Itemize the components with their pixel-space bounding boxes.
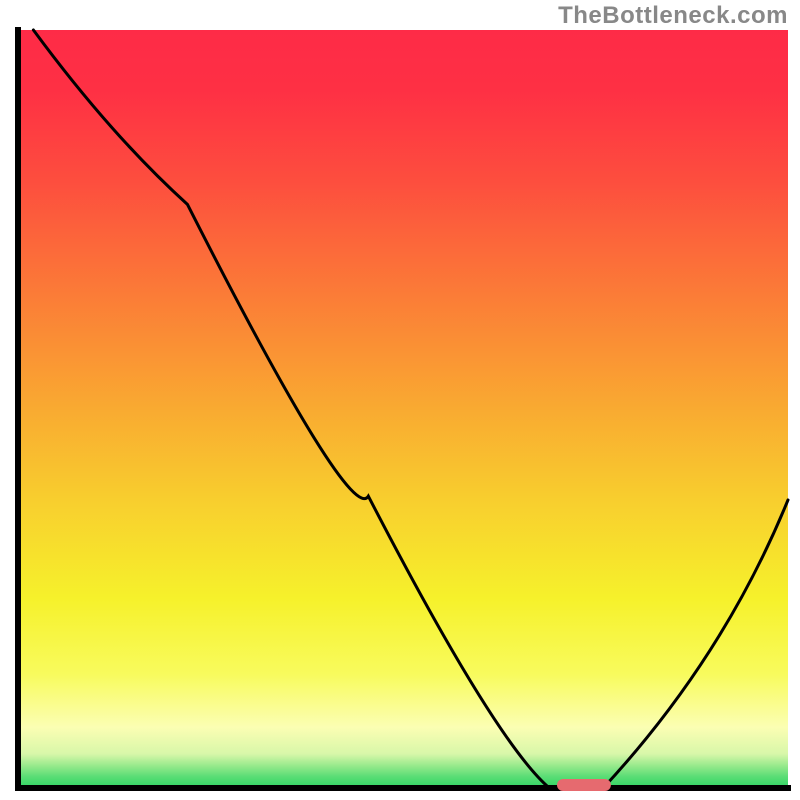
chart-svg [0,0,800,800]
optimal-range-marker [557,779,611,791]
chart-background [18,30,788,788]
bottleneck-chart: TheBottleneck.com [0,0,800,800]
watermark-text: TheBottleneck.com [558,2,788,30]
